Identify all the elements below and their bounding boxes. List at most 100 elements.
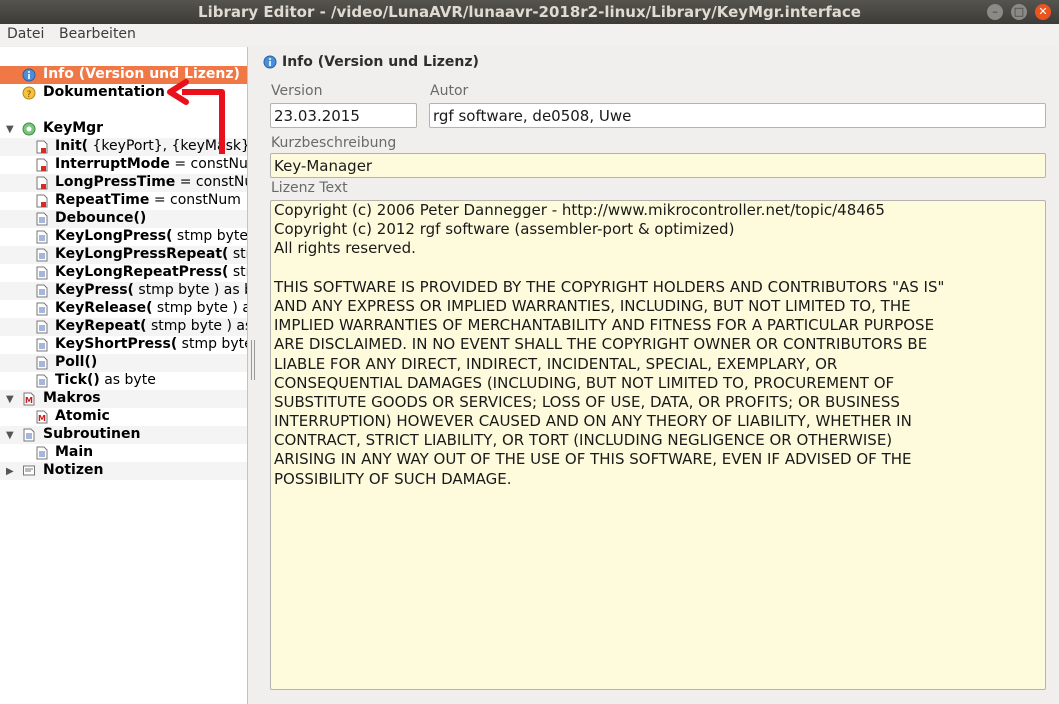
tree-item-makros[interactable]: ▼ M Makros [0, 390, 247, 408]
tree-item-label: Atomic [55, 408, 110, 424]
short-description-field[interactable]: Key-Manager [270, 153, 1046, 178]
tree-item-method[interactable]: Debounce() [0, 210, 247, 228]
svg-text:?: ? [27, 90, 32, 100]
help-icon: ? [22, 86, 36, 100]
tree-item-signature: stmp byte ) as [146, 318, 248, 334]
tree-item-label: KeyMgr [43, 120, 104, 136]
splitter-handle[interactable] [251, 340, 255, 380]
tree-item-label: Subroutinen [43, 426, 141, 442]
version-field[interactable]: 23.03.2015 [270, 103, 417, 128]
license-line: INTERRUPTION) HOWEVER CAUSED AND ON ANY … [274, 412, 912, 431]
svg-text:M: M [38, 414, 46, 423]
tree-item-label: Init( [55, 138, 89, 154]
window-title: Library Editor - /video/LunaAVR/lunaavr-… [198, 3, 861, 21]
tree-item-label: Main [55, 444, 94, 460]
tree-item-label: KeyRepeat( [55, 318, 147, 334]
license-line: ARE DISCLAIMED. IN NO EVENT SHALL THE CO… [274, 335, 928, 354]
tree-item-signature: stmp byte ) as b [133, 282, 248, 298]
license-line: SUBSTITUTE GOODS OR SERVICES; LOSS OF US… [274, 392, 900, 411]
maximize-icon[interactable]: □ [1011, 4, 1027, 20]
panel-title: Info (Version und Lizenz) [282, 54, 479, 70]
tree-item-method[interactable]: KeyRelease( stmp byte ) a [0, 300, 247, 318]
document-icon [36, 446, 48, 460]
info-panel: Info (Version und Lizenz) Version 23.03.… [258, 47, 1059, 704]
document-red-icon [36, 176, 48, 190]
menu-bar: Datei Bearbeiten [0, 24, 1059, 46]
tree-item-method[interactable]: Poll() [0, 354, 247, 372]
tree-item-label: InterruptMode [55, 156, 170, 172]
tree-item-label: Tick() [55, 372, 100, 388]
license-line: THIS SOFTWARE IS PROVIDED BY THE COPYRIG… [274, 277, 945, 296]
tree-item-label: KeyLongRepeatPress( [55, 264, 229, 280]
expand-down-icon[interactable]: ▼ [6, 394, 14, 405]
tree-item-label: Poll() [55, 354, 98, 370]
minimize-icon[interactable]: – [987, 4, 1003, 20]
tree-item-method[interactable]: KeyShortPress( stmp byte [0, 336, 248, 354]
document-red-icon [36, 140, 48, 154]
svg-text:M: M [25, 396, 33, 405]
tree-item-label: KeyShortPress( [55, 336, 178, 352]
license-line: IMPLIED WARRANTIES OF MERCHANTABILITY AN… [274, 316, 935, 335]
expand-down-icon[interactable]: ▼ [6, 124, 14, 135]
tree-item-signature: = constNum [149, 192, 241, 208]
expand-down-icon[interactable]: ▼ [6, 430, 14, 441]
tree-item-signature: stmp byte [177, 336, 248, 352]
menu-bearbeiten[interactable]: Bearbeiten [59, 26, 136, 42]
license-line: All rights reserved. [274, 239, 416, 258]
tree-item-method[interactable]: KeyLongRepeatPress( stm [0, 264, 247, 282]
tree-item-label: KeyLongPress( [55, 228, 173, 244]
tree-item-label: KeyLongPressRepeat( [55, 246, 229, 262]
tree-item-label: Dokumentation [43, 84, 165, 100]
document-icon [36, 248, 48, 262]
annotation-arrow [167, 79, 225, 154]
module-icon [22, 122, 36, 136]
tree-item-signature: stm [232, 264, 247, 280]
tree-item-signature: as byte [99, 372, 156, 388]
version-label: Version [271, 83, 323, 99]
license-line: ARISING IN ANY WAY OUT OF THE USE OF THI… [274, 450, 912, 469]
tree-item-method[interactable]: KeyLongPressRepeat( stmp [0, 246, 247, 264]
tree-item-label: Debounce() [55, 210, 147, 226]
panel-header: Info (Version und Lizenz) [258, 47, 1059, 75]
expand-right-icon[interactable]: ▶ [6, 466, 14, 477]
tree-item-label: KeyPress( [55, 282, 134, 298]
document-icon [36, 212, 48, 226]
license-line: POSSIBILITY OF SUCH DAMAGE. [274, 469, 512, 488]
document-icon [36, 320, 48, 334]
short-description-label: Kurzbeschreibung [271, 135, 397, 151]
author-field[interactable]: rgf software, de0508, Uwe [429, 103, 1046, 128]
license-line: AND ANY EXPRESS OR IMPLIED WARRANTIES, I… [274, 296, 911, 315]
tree-item-macro[interactable]: M Atomic [0, 408, 247, 426]
macro-icon: M [36, 410, 48, 424]
document-red-icon [36, 158, 48, 172]
close-icon[interactable]: ✕ [1035, 4, 1051, 20]
tree-item-method[interactable]: Tick() as byte [0, 372, 247, 390]
document-icon [36, 302, 48, 316]
document-icon [36, 338, 48, 352]
document-icon [36, 230, 48, 244]
menu-datei[interactable]: Datei [7, 26, 44, 42]
document-icon [36, 374, 48, 388]
tree-item-subroutinen[interactable]: ▼ Subroutinen [0, 426, 247, 444]
tree-item-method[interactable]: KeyLongPress( stmp byte [0, 228, 248, 246]
tree-item-label: Notizen [43, 462, 104, 478]
document-icon [36, 266, 48, 280]
license-line [274, 259, 1042, 278]
license-line: LIABLE FOR ANY DIRECT, INDIRECT, INCIDEN… [274, 354, 838, 373]
tree-item-signature: stmp byte [172, 228, 248, 244]
tree-item-subroutine[interactable]: Main [0, 444, 247, 462]
tree-item-property[interactable]: LongPressTime = constNum [0, 174, 247, 192]
tree-item-method[interactable]: KeyRepeat( stmp byte ) as [0, 318, 248, 336]
tree-item-property[interactable]: RepeatTime = constNum [0, 192, 247, 210]
tree-item-method[interactable]: KeyPress( stmp byte ) as b [0, 282, 248, 300]
license-textarea[interactable]: Copyright (c) 2006 Peter Dannegger - htt… [270, 200, 1046, 690]
notes-icon [23, 465, 35, 476]
tree-item-label: RepeatTime [55, 192, 150, 208]
macro-icon: M [23, 392, 35, 406]
tree-item-notizen[interactable]: ▶ Notizen [0, 462, 247, 480]
document-icon [23, 428, 35, 442]
document-icon [36, 356, 48, 370]
info-icon [22, 68, 36, 82]
document-icon [36, 284, 48, 298]
tree-item-signature: = constNum [179, 174, 247, 190]
